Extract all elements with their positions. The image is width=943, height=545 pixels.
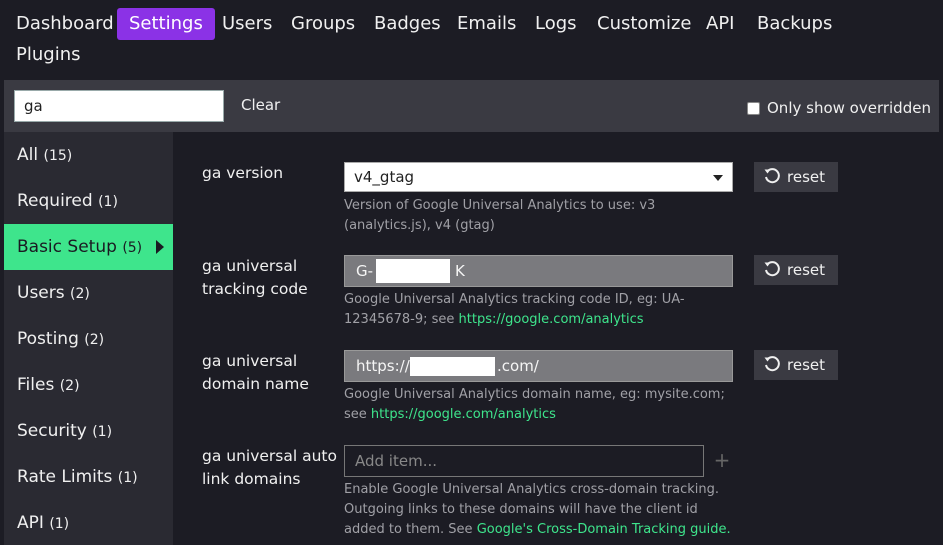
nav-logs[interactable]: Logs <box>535 8 577 40</box>
sidebar-item-required[interactable]: Required (1) <box>4 178 173 224</box>
ga-domain-name-description: Google Universal Analytics domain name, … <box>344 385 734 425</box>
nav-backups[interactable]: Backups <box>757 8 832 40</box>
settings-category-sidebar: All (15) Required (1) Basic Setup (5) Us… <box>4 132 173 545</box>
caret-down-icon <box>713 175 723 181</box>
sidebar-item-count: (2) <box>59 378 80 394</box>
sidebar-item-count: (2) <box>70 286 90 302</box>
sidebar-item-security[interactable]: Security (1) <box>4 408 173 454</box>
sidebar-item-label: Basic Setup <box>17 237 117 257</box>
nav-badges[interactable]: Badges <box>374 8 441 40</box>
reset-label: reset <box>787 261 825 279</box>
ga-tracking-code-input[interactable]: G- K <box>344 255 733 287</box>
ga-auto-link-description: Enable Google Universal Analytics cross-… <box>344 480 734 540</box>
sidebar-item-count: (1) <box>117 470 138 486</box>
sidebar-item-label: Users <box>17 283 65 303</box>
setting-label-ga-version: ga version <box>202 164 284 182</box>
sidebar-item-label: Rate Limits <box>17 467 113 487</box>
sidebar-item-label: Posting <box>17 329 79 349</box>
nav-dashboard[interactable]: Dashboard <box>16 8 114 40</box>
sidebar-item-count: (1) <box>98 194 118 210</box>
ga-tracking-code-reset-button[interactable]: reset <box>754 255 838 285</box>
sidebar-item-all[interactable]: All (15) <box>4 132 173 178</box>
domain-suffix: .com/ <box>497 357 539 375</box>
chevron-right-icon <box>156 240 164 254</box>
ga-version-reset-button[interactable]: reset <box>754 162 838 192</box>
ga-domain-name-reset-button[interactable]: reset <box>754 350 838 380</box>
tracking-code-prefix: G- <box>356 262 374 280</box>
google-analytics-link[interactable]: https://google.com/analytics <box>371 407 556 422</box>
sidebar-item-basic-setup[interactable]: Basic Setup (5) <box>4 224 173 270</box>
sidebar-item-count: (15) <box>43 148 73 164</box>
sidebar-item-api[interactable]: API (1) <box>4 500 173 545</box>
google-analytics-link[interactable]: https://google.com/analytics <box>459 312 644 327</box>
redacted-block <box>410 357 495 376</box>
tracking-code-suffix: K <box>455 262 465 280</box>
sidebar-item-label: All <box>17 145 39 165</box>
ga-version-description: Version of Google Universal Analytics to… <box>344 198 656 233</box>
sidebar-item-users[interactable]: Users (2) <box>4 270 173 316</box>
sidebar-item-label: API <box>17 513 44 533</box>
sidebar-item-label: Security <box>17 421 87 441</box>
nav-customize[interactable]: Customize <box>597 8 691 40</box>
reset-label: reset <box>787 168 825 186</box>
only-overridden-checkbox[interactable] <box>747 102 760 115</box>
settings-filter-bar: Clear Only show overridden <box>4 80 939 132</box>
nav-settings[interactable]: Settings <box>117 8 215 40</box>
undo-icon <box>764 356 780 372</box>
ga-version-value: v4_gtag <box>354 168 415 186</box>
undo-icon <box>764 168 780 184</box>
sidebar-item-files[interactable]: Files (2) <box>4 362 173 408</box>
ga-version-select[interactable]: v4_gtag <box>344 162 733 192</box>
nav-plugins[interactable]: Plugins <box>16 39 80 71</box>
nav-emails[interactable]: Emails <box>457 8 516 40</box>
setting-label-ga-tracking-code: ga universal tracking code <box>202 257 308 298</box>
nav-users[interactable]: Users <box>222 8 272 40</box>
settings-filter-input[interactable] <box>14 90 224 122</box>
clear-filter-button[interactable]: Clear <box>241 96 280 114</box>
sidebar-item-count: (2) <box>84 332 105 348</box>
ga-auto-link-input[interactable]: Add item... <box>344 445 704 477</box>
setting-label-ga-domain-name: ga universal domain name <box>202 352 309 393</box>
sidebar-item-label: Required <box>17 191 93 211</box>
admin-nav: Dashboard Settings Users Groups Badges E… <box>0 0 943 80</box>
undo-icon <box>764 261 780 277</box>
placeholder-text: Add item... <box>355 452 438 470</box>
ga-domain-name-input[interactable]: https:// .com/ <box>344 350 733 382</box>
cross-domain-guide-link[interactable]: Google's Cross-Domain Tracking guide. <box>477 522 731 537</box>
domain-prefix: https:// <box>356 357 410 375</box>
sidebar-item-posting[interactable]: Posting (2) <box>4 316 173 362</box>
sidebar-item-rate-limits[interactable]: Rate Limits (1) <box>4 454 173 500</box>
nav-api[interactable]: API <box>706 8 734 40</box>
redacted-block <box>376 259 450 283</box>
sidebar-item-label: Files <box>17 375 55 395</box>
sidebar-item-count: (1) <box>92 424 113 440</box>
add-item-button[interactable]: + <box>711 445 733 477</box>
ga-tracking-code-description: Google Universal Analytics tracking code… <box>344 290 734 330</box>
settings-list: ga version v4_gtag Version of Google Uni… <box>173 132 939 545</box>
reset-label: reset <box>787 356 825 374</box>
setting-label-ga-auto-link: ga universal auto link domains <box>202 447 337 488</box>
sidebar-item-count: (1) <box>49 516 70 532</box>
only-overridden-label[interactable]: Only show overridden <box>767 99 931 117</box>
nav-groups[interactable]: Groups <box>291 8 355 40</box>
sidebar-item-count: (5) <box>122 240 143 256</box>
